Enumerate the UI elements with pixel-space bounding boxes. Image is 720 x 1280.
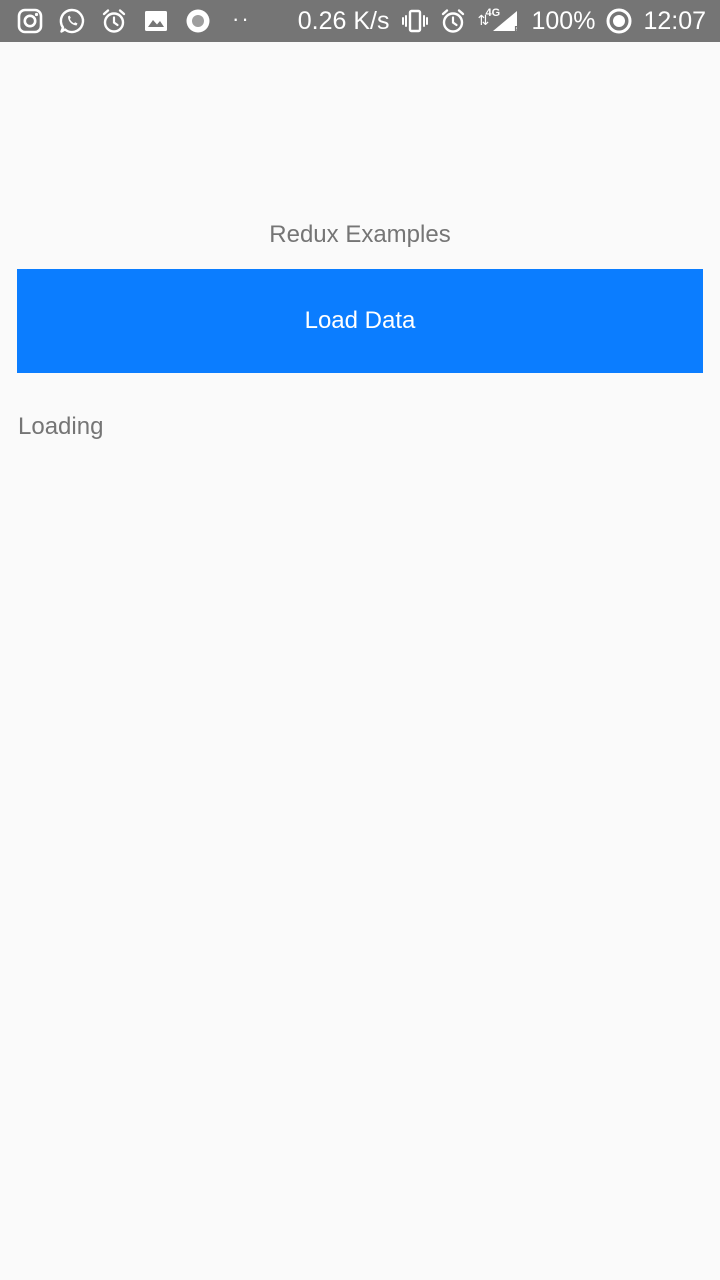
whatsapp-icon: [58, 7, 86, 35]
status-bar-notifications: ··: [16, 0, 269, 42]
status-bar-system: 0.26 K/s ⇅ 4G R 100% 12:07: [298, 0, 706, 42]
cellular-signal-icon: ⇅ 4G R: [477, 7, 522, 36]
app-screen: ·· 0.26 K/s ⇅ 4G R 100% 12:07 Redux Exam…: [0, 0, 720, 1280]
gallery-icon: [142, 7, 170, 35]
battery-percentage: 100%: [531, 6, 596, 35]
more-notifications-icon: ··: [232, 6, 251, 31]
alarm-icon: [100, 7, 128, 35]
status-bar: ·· 0.26 K/s ⇅ 4G R 100% 12:07: [0, 0, 720, 42]
alarm-status-icon: [439, 7, 467, 35]
record-icon: [184, 7, 212, 35]
load-data-button[interactable]: Load Data: [17, 269, 703, 373]
loading-status-text: Loading: [18, 413, 104, 440]
clock: 12:07: [643, 6, 706, 35]
page-title: Redux Examples: [269, 221, 451, 248]
roaming-label: R: [514, 25, 522, 36]
vibrate-icon: [401, 7, 429, 35]
instagram-icon: [16, 7, 44, 35]
network-speed: 0.26 K/s: [297, 6, 390, 35]
battery-icon: [605, 7, 633, 35]
